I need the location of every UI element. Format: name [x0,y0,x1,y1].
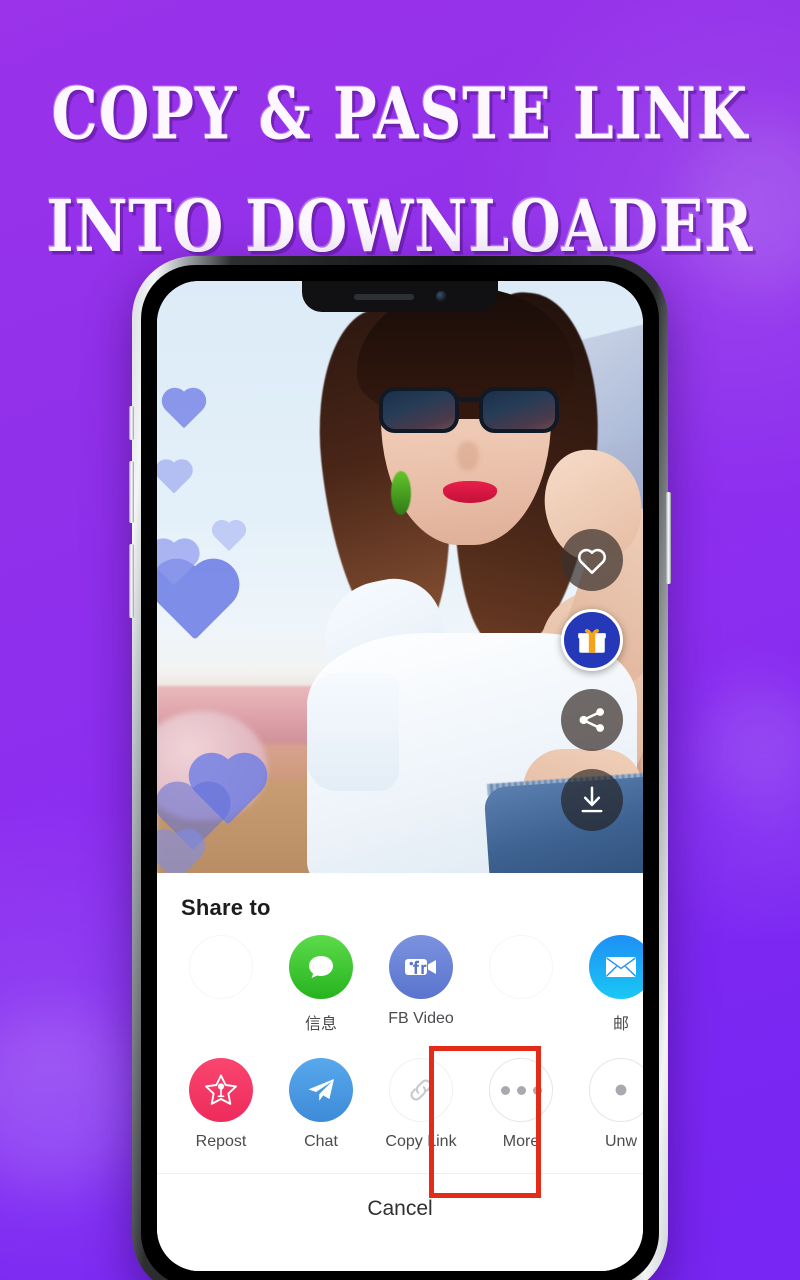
share-item-unwatermark[interactable]: Unw [571,1058,643,1151]
share-item-chat[interactable]: Chat [271,1058,371,1151]
placeholder-icon [189,935,253,999]
share-item-label: 信息 [304,1016,337,1033]
share-item-more[interactable]: More [471,1058,571,1151]
phone-screen: Share to 信息 FB Video 邮 Repost Chat Copy … [157,281,643,1271]
share-button[interactable] [561,689,623,751]
share-item-messages[interactable]: 信息 [271,935,371,1034]
heart-icon [578,548,606,574]
share-item-copy-link[interactable]: Copy Link [371,1058,471,1151]
like-button[interactable] [561,529,623,591]
repost-star-icon [189,1058,253,1122]
share-item-placeholder[interactable] [471,935,571,1010]
share-item-label: Chat [304,1133,338,1150]
chat-plane-icon [289,1058,353,1122]
download-button[interactable] [561,769,623,831]
share-item-label: Copy Link [385,1133,457,1150]
share-item-label: Unw [604,1133,637,1150]
gift-button[interactable] [561,609,623,671]
photo-sleeve [307,673,399,791]
share-item-mail[interactable]: 邮 [571,935,643,1034]
gift-icon [578,629,606,653]
share-sheet: Share to 信息 FB Video 邮 Repost Chat Copy … [157,873,643,1271]
phone-mockup: Share to 信息 FB Video 邮 Repost Chat Copy … [129,256,671,1280]
share-item-label: FB Video [388,1010,454,1027]
power-button[interactable] [666,492,671,584]
fb-video-icon [389,935,453,999]
video-player[interactable] [157,281,643,873]
silent-switch-button[interactable] [129,406,134,440]
photo-lips [443,481,497,503]
messages-icon [289,935,353,999]
share-row-1: 信息 FB Video 邮 [157,935,643,1034]
download-icon [581,786,603,813]
floating-heart-icon [165,391,203,429]
page-title: Copy & Paste Link Into Downloader [0,58,800,282]
share-item-fb-video[interactable]: FB Video [371,935,471,1028]
floating-heart-icon [214,522,244,552]
cancel-button[interactable]: Cancel [157,1174,643,1271]
share-item-label: Repost [195,1133,247,1150]
background-blob [700,680,800,800]
unwatermark-icon [589,1058,643,1122]
background-blob [0,1010,150,1190]
floating-heart-icon [158,462,190,494]
share-item-label: More [502,1133,540,1150]
photo-sunglasses [379,385,559,437]
photo-nose [457,441,479,471]
link-chain-icon [389,1058,453,1122]
share-icon [579,708,604,732]
photo-earring [391,471,411,515]
share-row-2: Repost Chat Copy Link More Unw [157,1046,643,1198]
share-item-placeholder[interactable] [171,935,271,1010]
more-dots-icon [489,1058,553,1122]
speaker-icon [353,293,414,300]
share-item-repost[interactable]: Repost [171,1058,271,1151]
share-item-label: 邮 [612,1016,629,1033]
volume-up-button[interactable] [129,461,134,523]
front-camera-icon [435,291,447,302]
volume-down-button[interactable] [129,544,134,618]
share-sheet-title: Share to [181,895,271,920]
phone-notch [302,281,498,312]
cancel-label: Cancel [367,1196,433,1220]
video-action-rail [561,529,623,849]
phone-bezel: Share to 信息 FB Video 邮 Repost Chat Copy … [141,265,659,1280]
mail-icon [589,935,643,999]
placeholder-icon [489,935,553,999]
title-line-1: Copy & Paste Link [51,72,749,156]
